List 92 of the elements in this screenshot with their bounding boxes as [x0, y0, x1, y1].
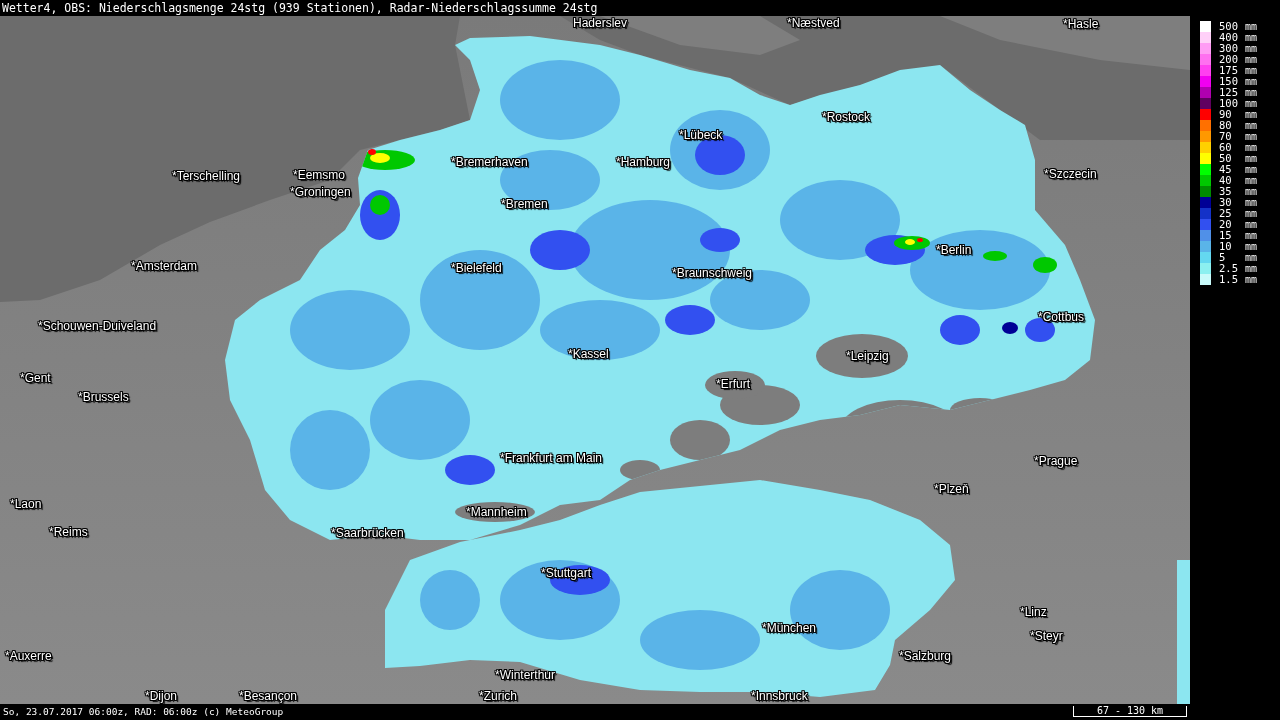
city-label: *Innsbruck [751, 689, 808, 703]
legend-value: 400 [1219, 32, 1239, 43]
city-label: *Cottbus [1038, 310, 1085, 324]
city-label: *Leipzig [846, 349, 889, 363]
city-label: *Zurich [479, 689, 517, 703]
legend-unit: mm [1245, 32, 1258, 43]
city-label: *Eemsmo [293, 168, 345, 182]
city-label: *Lübeck [679, 128, 723, 142]
legend-value: 175 [1219, 65, 1239, 76]
city-label: *Brussels [78, 390, 129, 404]
legend-value: 150 [1219, 76, 1239, 87]
legend-value: 1.5 [1219, 274, 1239, 285]
city-label: *Amsterdam [131, 259, 198, 273]
city-label: *Linz [1020, 605, 1047, 619]
legend-value: 200 [1219, 54, 1239, 65]
legend-unit: mm [1245, 87, 1258, 98]
city-label: *Dijon [145, 689, 177, 703]
city-label: *Hamburg [616, 155, 671, 169]
legend-unit: mm [1245, 175, 1258, 186]
city-label: *Braunschweig [672, 266, 753, 280]
legend-value: 20 [1219, 219, 1233, 230]
legend-value: 50 [1219, 153, 1233, 164]
city-label: *Terschelling [172, 169, 241, 183]
city-label: *Hasle [1063, 17, 1099, 31]
city-label: *Bremen [501, 197, 548, 211]
legend-value: 40 [1219, 175, 1233, 186]
city-label: *Steyr [1030, 629, 1063, 643]
timestamp: So, 23.07.2017 06:00z, RAD: 06:00z (c) MeteoGroup [2, 706, 284, 718]
legend-unit: mm [1245, 43, 1258, 54]
legend-value: 70 [1219, 131, 1233, 142]
legend-unit: mm [1245, 263, 1258, 274]
legend-unit: mm [1245, 274, 1258, 285]
legend-value: 80 [1219, 120, 1233, 131]
legend-unit: mm [1245, 252, 1258, 263]
city-label: *Bielefeld [451, 261, 502, 275]
legend-unit: mm [1245, 120, 1258, 131]
city-label: *Besançon [239, 689, 298, 703]
city-label: *Szczecin [1044, 167, 1097, 181]
legend-unit: mm [1245, 197, 1258, 208]
city-label: *Mannheim [466, 505, 527, 519]
city-label: *Bremerhaven [451, 155, 528, 169]
city-label: *Auxerre [5, 649, 52, 663]
city-label: *Rostock [822, 110, 871, 124]
city-label: *Laon [10, 497, 42, 511]
city-label: *Gent [20, 371, 51, 385]
city-label: *Frankfurt am Main [500, 451, 603, 465]
legend-unit: mm [1245, 65, 1258, 76]
legend-unit: mm [1245, 241, 1258, 252]
legend-unit: mm [1245, 153, 1258, 164]
legend-value: 100 [1219, 98, 1239, 109]
legend-unit: mm [1245, 109, 1258, 120]
legend-value: 2.5 [1219, 263, 1239, 274]
city-label: *Reims [49, 525, 88, 539]
legend-value: 35 [1219, 186, 1233, 197]
legend-unit: mm [1245, 76, 1258, 87]
city-label: *Næstved [787, 16, 840, 30]
legend-value: 15 [1219, 230, 1233, 241]
legend-unit: mm [1245, 54, 1258, 65]
city-label: *Berlin [936, 243, 972, 257]
city-label: *Prague [1034, 454, 1078, 468]
city-label: *Schouwen-Duiveland [38, 319, 157, 333]
legend-value: 90 [1219, 109, 1233, 120]
city-label: *Groningen [290, 185, 351, 199]
legend-value: 30 [1219, 197, 1233, 208]
city-label: *Kassel [568, 347, 609, 361]
legend-unit: mm [1245, 164, 1258, 175]
legend-value: 300 [1219, 43, 1239, 54]
legend-value: 500 [1219, 21, 1239, 32]
city-label: *Winterthur [495, 668, 556, 682]
scale-bar: 67 - 130 km [1073, 706, 1187, 717]
legend-unit: mm [1245, 208, 1258, 219]
legend-unit: mm [1245, 219, 1258, 230]
map-title: Wetter4, OBS: Niederschlagsmenge 24stg (939 Stationen), Radar-Niederschlagssumme 24stg [2, 1, 598, 15]
city-label: *Stuttgart [541, 566, 592, 580]
legend-value: 5 [1219, 252, 1227, 263]
city-label: *München [762, 621, 817, 635]
legend-unit: mm [1245, 21, 1258, 32]
legend-value: 125 [1219, 87, 1239, 98]
legend-value: 10 [1219, 241, 1233, 252]
legend-value: 25 [1219, 208, 1233, 219]
legend-value: 60 [1219, 142, 1233, 153]
legend-unit: mm [1245, 230, 1258, 241]
city-label: *Plzeň [934, 482, 969, 496]
city-label: *Saarbrücken [331, 526, 404, 540]
legend-unit: mm [1245, 131, 1258, 142]
city-label: *Erfurt [716, 377, 750, 391]
city-label: *Salzburg [899, 649, 952, 663]
legend-value: 45 [1219, 164, 1233, 175]
legend-unit: mm [1245, 98, 1258, 109]
legend-unit: mm [1245, 186, 1258, 197]
legend-unit: mm [1245, 142, 1258, 153]
city-label: Haderslev [573, 16, 628, 30]
